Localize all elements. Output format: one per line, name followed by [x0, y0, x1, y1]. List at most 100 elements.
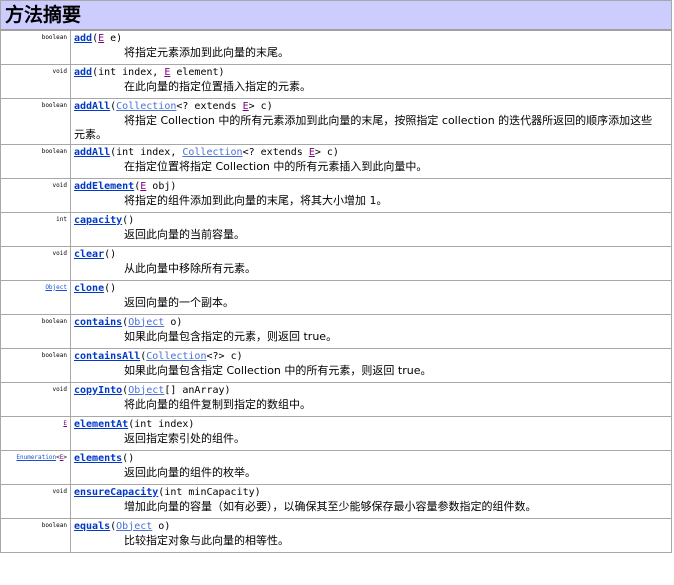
method-signature: clone() [74, 282, 669, 296]
method-signature: contains(Object o) [74, 316, 669, 330]
method-name-link[interactable]: addAll [74, 101, 110, 112]
method-description: 如果此向量包含指定 Collection 中的所有元素，则返回 true。 [124, 363, 432, 377]
param-text: [] anArray) [164, 384, 231, 396]
return-type-cell: void [0, 177, 71, 213]
method-name-link[interactable]: add [74, 67, 92, 78]
method-description: 将指定元素添加到此向量的末尾。 [124, 46, 289, 59]
method-name-link[interactable]: containsAll [74, 351, 140, 362]
method-signature: clear() [74, 248, 669, 262]
signature-cell: clone() 返回向量的一个副本。 [70, 279, 672, 315]
method-name-link[interactable]: addAll [74, 147, 110, 158]
signature-cell: capacity() 返回此向量的当前容量。 [70, 211, 672, 247]
signature-cell: contains(Object o) 如果此向量包含指定的元素，则返回 true。 [70, 313, 672, 349]
method-row: boolean addAll(int index, Collection<? ex… [0, 143, 672, 179]
param-text: () [122, 452, 135, 464]
method-summary-table: 方法摘要 boolean add(E e) 将指定元素添加到此向量的末尾。 void a… [0, 0, 672, 553]
return-type-link[interactable]: Enumeration [16, 454, 56, 461]
method-signature: equals(Object o) [74, 520, 669, 534]
method-row: boolean addAll(Collection<? extends E> c)… [0, 97, 672, 145]
method-row: Object clone() 返回向量的一个副本。 [0, 279, 672, 315]
param-type-link[interactable]: Collection [116, 101, 176, 112]
return-type-cell: E [0, 415, 71, 451]
return-type-cell: boolean [0, 29, 71, 65]
method-description: 返回向量的一个副本。 [124, 295, 234, 309]
method-name-link[interactable]: contains [74, 317, 122, 328]
method-row: Enumeration<E> elements() 返回此向量的组件的枚举。 [0, 449, 672, 485]
method-signature: add(int index, E element) [74, 66, 669, 80]
param-text: (int index, [110, 146, 183, 158]
method-signature: add(E e) [74, 32, 669, 46]
param-text: obj) [146, 180, 177, 192]
param-type-link[interactable]: Object [128, 385, 164, 396]
method-row: void ensureCapacity(int minCapacity) 增加此向量… [0, 483, 672, 519]
method-description: 如果此向量包含指定的元素，则返回 true。 [124, 329, 338, 343]
param-type-link[interactable]: Collection [182, 147, 242, 158]
method-signature: addAll(Collection<? extends E> c) [74, 100, 669, 114]
signature-cell: elementAt(int index) 返回指定索引处的组件。 [70, 415, 672, 451]
return-type-link[interactable]: Object [45, 284, 67, 291]
method-description: 返回指定索引处的组件。 [124, 431, 245, 445]
param-type-link[interactable]: Collection [146, 351, 206, 362]
signature-cell: add(E e) 将指定元素添加到此向量的末尾。 [70, 29, 672, 65]
return-type-cell: void [0, 245, 71, 281]
return-generic-type-link[interactable]: E [63, 420, 67, 427]
method-row: boolean add(E e) 将指定元素添加到此向量的末尾。 [0, 29, 672, 65]
return-type-cell: void [0, 63, 71, 99]
param-type-link[interactable]: Object [128, 317, 164, 328]
signature-cell: copyInto(Object[] anArray) 将此向量的组件复制到指定的数… [70, 381, 672, 417]
return-type: boolean [41, 351, 67, 359]
param-text: () [122, 214, 135, 226]
param-text: <? extends [242, 146, 309, 158]
param-text: (int minCapacity) [158, 486, 261, 498]
method-name-link[interactable]: clear [74, 249, 104, 260]
generic-bracket: > [63, 453, 67, 461]
method-row: void add(int index, E element) 在此向量的指定位置插入… [0, 63, 672, 99]
param-text: <? extends [176, 100, 243, 112]
method-signature: addAll(int index, Collection<? extends E… [74, 146, 669, 160]
method-signature: containsAll(Collection<?> c) [74, 350, 669, 364]
param-text: () [104, 282, 117, 294]
method-description: 在此向量的指定位置插入指定的元素。 [124, 79, 311, 93]
return-type: void [52, 67, 67, 75]
method-description: 在指定位置将指定 Collection 中的所有元素插入到此向量中。 [124, 159, 428, 173]
return-type: boolean [41, 521, 67, 529]
return-type: boolean [41, 317, 67, 325]
method-row: void copyInto(Object[] anArray) 将此向量的组件复制到… [0, 381, 672, 417]
method-name-link[interactable]: capacity [74, 215, 122, 226]
return-type-cell: void [0, 381, 71, 417]
method-name-link[interactable]: clone [74, 283, 104, 294]
param-text: (int index, [92, 66, 165, 78]
return-type-cell: boolean [0, 97, 71, 145]
return-type-cell: Object [0, 279, 71, 315]
method-description: 返回此向量的组件的枚举。 [124, 465, 256, 479]
method-description: 比较指定对象与此向量的相等性。 [124, 533, 289, 547]
param-text: e) [104, 33, 123, 44]
param-text: > c) [314, 146, 339, 158]
return-type: void [52, 249, 67, 257]
method-row: boolean contains(Object o) 如果此向量包含指定的元素，则返… [0, 313, 672, 349]
method-name-link[interactable]: equals [74, 521, 110, 532]
return-type-cell: boolean [0, 347, 71, 383]
method-name-link[interactable]: addElement [74, 181, 134, 192]
method-name-link[interactable]: ensureCapacity [74, 487, 158, 498]
return-type-cell: boolean [0, 517, 71, 553]
param-type-link[interactable]: Object [116, 521, 152, 532]
signature-cell: containsAll(Collection<?> c) 如果此向量包含指定 Co… [70, 347, 672, 383]
return-type-cell: int [0, 211, 71, 247]
return-type: boolean [41, 101, 67, 109]
method-description: 增加此向量的容量（如有必要），以确保其至少能够保存最小容量参数指定的组件数。 [124, 499, 537, 513]
signature-cell: ensureCapacity(int minCapacity) 增加此向量的容量（… [70, 483, 672, 519]
method-name-link[interactable]: elements [74, 453, 122, 464]
param-text: > c) [248, 100, 273, 112]
param-text: <?> c) [206, 350, 243, 362]
signature-cell: addAll(Collection<? extends E> c) 将指定 Col… [70, 97, 672, 145]
method-name-link[interactable]: copyInto [74, 385, 122, 396]
method-row: void clear() 从此向量中移除所有元素。 [0, 245, 672, 281]
signature-cell: clear() 从此向量中移除所有元素。 [70, 245, 672, 281]
param-text: o) [152, 520, 171, 532]
signature-cell: equals(Object o) 比较指定对象与此向量的相等性。 [70, 517, 672, 553]
return-type: void [52, 181, 67, 189]
return-type: int [56, 215, 67, 223]
method-name-link[interactable]: elementAt [74, 419, 128, 430]
method-name-link[interactable]: add [74, 33, 92, 44]
